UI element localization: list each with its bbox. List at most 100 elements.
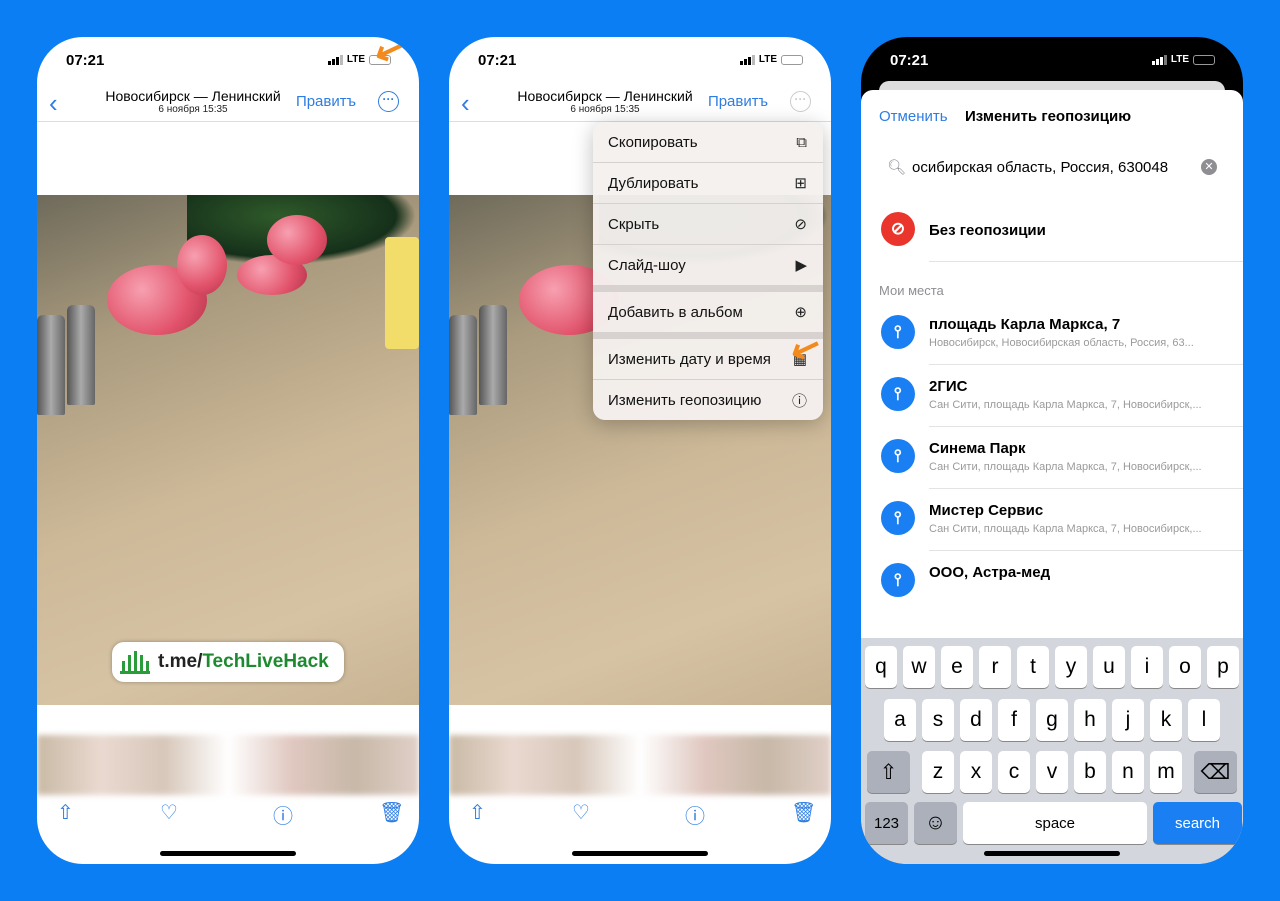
copy-icon: ⧉ [796, 133, 807, 151]
space-key[interactable]: space [963, 802, 1147, 844]
more-button[interactable]: ··· [790, 91, 811, 112]
location-search-input[interactable]: 🔍︎ осибирская область, Россия, 630048 ✕ [887, 158, 1217, 176]
shaker [67, 305, 95, 405]
no-location-icon: ⊘ [881, 212, 915, 246]
place-row[interactable]: ⫯ Мистер Сервис Сан Сити, площадь Карла Ма… [881, 489, 1243, 551]
key[interactable]: j [1112, 699, 1144, 741]
sheet-title: Изменить геопозицию [965, 108, 1132, 125]
info-icon[interactable]: ⓘ [273, 800, 293, 829]
trash-icon[interactable]: 🗑 [791, 800, 816, 825]
key[interactable]: q [865, 646, 897, 688]
signal-icon [739, 54, 755, 65]
info-icon[interactable]: ⓘ [685, 800, 705, 829]
nav-bar: ‹ Новосибирск — Ленинский 6 ноября 15:35… [449, 82, 831, 122]
key-row-3: ⇧ z x c v b n m ⌫ [861, 751, 1243, 793]
key[interactable]: e [941, 646, 973, 688]
back-chevron-icon[interactable]: ‹ [461, 88, 470, 119]
battery-icon [781, 54, 803, 65]
key-row-4: 123 ☺ space search [861, 802, 1243, 844]
pin-icon: ⫯ [881, 563, 915, 597]
edit-button[interactable]: Правитъ [296, 93, 356, 110]
cancel-button[interactable]: Отменить [879, 108, 948, 125]
place-row[interactable]: ⫯ Синема Парк Сан Сити, площадь Карла Марк… [881, 427, 1243, 489]
photo-date: 6 ноября 15:35 [158, 104, 228, 115]
key[interactable]: d [960, 699, 992, 741]
menu-item-copy[interactable]: Скопировать ⧉ [593, 122, 823, 163]
thumbnail-strip[interactable] [449, 735, 831, 795]
key[interactable]: m [1150, 751, 1182, 793]
search-key[interactable]: search [1153, 802, 1242, 844]
pin-icon: ⫯ [881, 439, 915, 473]
key[interactable]: v [1036, 751, 1068, 793]
place-address: Новосибирск, Новосибирская область, Росс… [929, 337, 1194, 349]
photo-date: 6 ноября 15:35 [570, 104, 640, 115]
place-row[interactable]: ⫯ ООО, Астра-мед [881, 551, 1243, 613]
pin-icon: ⫯ [881, 377, 915, 411]
key[interactable]: l [1188, 699, 1220, 741]
trash-icon[interactable]: 🗑 [379, 800, 404, 825]
phone-photo-viewer: 07:21 LTE ‹ Новосибирск — Ленинский 6 но… [37, 37, 419, 864]
menu-item-hide[interactable]: Скрыть ⊘ [593, 204, 823, 245]
menu-item-add-to-album[interactable]: Добавить в альбом ⊕ [593, 292, 823, 339]
key[interactable]: o [1169, 646, 1201, 688]
key[interactable]: b [1074, 751, 1106, 793]
thumbnail-strip[interactable] [37, 735, 419, 795]
place-name: 2ГИС [929, 378, 968, 395]
key[interactable]: a [884, 699, 916, 741]
numbers-key[interactable]: 123 [865, 802, 908, 844]
key[interactable]: y [1055, 646, 1087, 688]
section-header: Мои места [879, 283, 944, 298]
key[interactable]: h [1074, 699, 1106, 741]
place-row[interactable]: ⫯ площадь Карла Маркса, 7 Новосибирск, Нов… [881, 303, 1243, 365]
more-button[interactable]: ··· [378, 91, 399, 112]
place-name: Синема Парк [929, 440, 1026, 457]
signal-icon [327, 54, 343, 65]
menu-item-duplicate[interactable]: Дублировать ⊞ [593, 163, 823, 204]
key[interactable]: g [1036, 699, 1068, 741]
key[interactable]: k [1150, 699, 1182, 741]
shaker [479, 305, 507, 405]
key[interactable]: s [922, 699, 954, 741]
clear-icon[interactable]: ✕ [1201, 159, 1217, 175]
network-label: LTE [346, 54, 365, 65]
place-row[interactable]: ⫯ 2ГИС Сан Сити, площадь Карла Маркса, 7, … [881, 365, 1243, 427]
search-icon: 🔍︎ [887, 159, 907, 176]
key-row-1: qwertyuiop [861, 646, 1243, 688]
home-indicator [984, 851, 1120, 856]
key[interactable]: n [1112, 751, 1144, 793]
key[interactable]: f [998, 699, 1030, 741]
emoji-key[interactable]: ☺ [914, 802, 957, 844]
back-chevron-icon[interactable]: ‹ [49, 88, 58, 119]
watermark-prefix: t.me/ [158, 651, 203, 672]
share-icon[interactable]: ⇧ [469, 800, 486, 825]
key[interactable]: z [922, 751, 954, 793]
heart-icon[interactable]: ♡ [160, 800, 178, 825]
keyboard: qwertyuiop asdfghjkl ⇧ z x c v b n m ⌫ 123 ☺ spa… [861, 638, 1243, 864]
key[interactable]: x [960, 751, 992, 793]
shift-key[interactable]: ⇧ [867, 751, 910, 793]
shaker [449, 315, 477, 415]
status-bar: 07:21 LTE [861, 37, 1243, 82]
key[interactable]: c [998, 751, 1030, 793]
cup [385, 237, 419, 349]
heart-icon[interactable]: ♡ [572, 800, 590, 825]
status-indicators: LTE [739, 54, 803, 65]
location-icon: ⓘ [791, 393, 807, 410]
menu-item-slideshow[interactable]: Слайд-шоу ▶ [593, 245, 823, 292]
key[interactable]: u [1093, 646, 1125, 688]
pin-icon: ⫯ [881, 315, 915, 349]
backspace-key[interactable]: ⌫ [1194, 751, 1237, 793]
menu-item-change-location[interactable]: Изменить геопозицию ⓘ [593, 380, 823, 420]
key[interactable]: i [1131, 646, 1163, 688]
key[interactable]: t [1017, 646, 1049, 688]
key[interactable]: p [1207, 646, 1239, 688]
key[interactable]: w [903, 646, 935, 688]
share-icon[interactable]: ⇧ [57, 800, 74, 825]
key[interactable]: r [979, 646, 1011, 688]
edit-button[interactable]: Правитъ [708, 93, 768, 110]
no-location-row[interactable]: ⊘ Без геопозиции [881, 200, 1243, 262]
watermark-logo-icon [120, 650, 150, 674]
status-bar: 07:21 LTE [37, 37, 419, 82]
place-address: Сан Сити, площадь Карла Маркса, 7, Новос… [929, 461, 1202, 473]
signal-icon [1151, 54, 1167, 65]
